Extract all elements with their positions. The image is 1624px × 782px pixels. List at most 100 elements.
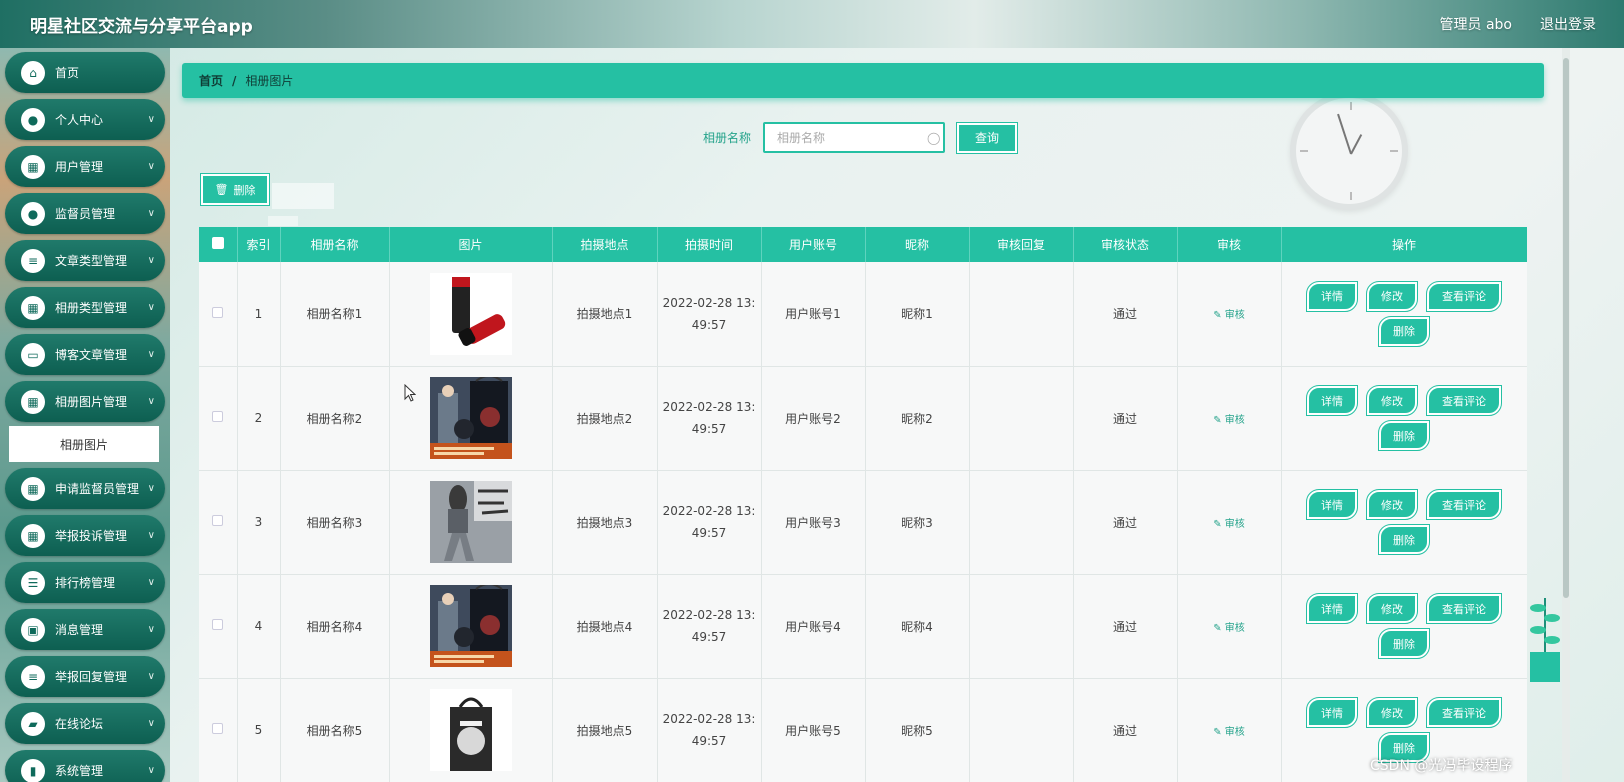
edit-icon: ✎ bbox=[1213, 622, 1222, 634]
detail-button[interactable]: 详情 bbox=[1306, 489, 1358, 520]
breadcrumb-home[interactable]: 首页 bbox=[199, 72, 223, 89]
edit-button[interactable]: 修改 bbox=[1366, 385, 1418, 416]
cell-image[interactable] bbox=[389, 678, 553, 782]
logout-link[interactable]: 退出登录 bbox=[1540, 14, 1596, 34]
row-checkbox[interactable] bbox=[212, 411, 224, 422]
cell-image[interactable] bbox=[389, 574, 553, 679]
view-comments-button[interactable]: 查看评论 bbox=[1426, 385, 1502, 416]
album-image[interactable] bbox=[390, 481, 552, 563]
sidebar-item-label: 个人中心 bbox=[55, 113, 104, 127]
row-select-cell[interactable] bbox=[199, 262, 238, 367]
cell-audit: ✎ 审核 bbox=[1177, 574, 1282, 679]
detail-button[interactable]: 详情 bbox=[1306, 697, 1358, 728]
sidebar-item-9[interactable]: ▦ 举报投诉管理 ∨ bbox=[5, 515, 165, 556]
search-box[interactable]: ◯ bbox=[763, 122, 946, 153]
plant-decoration bbox=[1530, 598, 1560, 682]
cell-account: 用户账号1 bbox=[761, 262, 866, 367]
row-select-cell[interactable] bbox=[199, 470, 238, 575]
row-checkbox[interactable] bbox=[212, 515, 224, 526]
app-title: 明星社区交流与分享平台app bbox=[30, 16, 253, 37]
sidebar-item-7[interactable]: ▦ 相册图片管理 ∨ bbox=[5, 381, 165, 422]
album-image[interactable] bbox=[390, 585, 552, 667]
delete-row-button[interactable]: 删除 bbox=[1378, 315, 1430, 347]
scrollbar-thumb[interactable] bbox=[1563, 58, 1569, 598]
sidebar-item-label: 用户管理 bbox=[55, 160, 104, 174]
chevron-down-icon: ∨ bbox=[147, 208, 155, 219]
cell-audit-status: 通过 bbox=[1073, 574, 1178, 679]
page-scrollbar[interactable] bbox=[1562, 48, 1570, 782]
sidebar-item-10[interactable]: ☰ 排行榜管理 ∨ bbox=[5, 562, 165, 603]
audit-link[interactable]: ✎ 审核 bbox=[1213, 415, 1245, 426]
row-select-cell[interactable] bbox=[199, 678, 238, 782]
detail-button[interactable]: 详情 bbox=[1306, 593, 1358, 624]
audit-link-label: 审核 bbox=[1224, 310, 1245, 322]
cell-album-name: 相册名称2 bbox=[280, 366, 390, 471]
select-all-checkbox[interactable] bbox=[211, 237, 224, 249]
audit-link-label: 审核 bbox=[1224, 726, 1245, 738]
cell-image[interactable] bbox=[389, 366, 553, 471]
cell-index: 5 bbox=[237, 678, 281, 782]
edit-button[interactable]: 修改 bbox=[1366, 489, 1418, 520]
sidebar-item-13[interactable]: ▰ 在线论坛 ∨ bbox=[5, 703, 165, 744]
view-comments-button[interactable]: 查看评论 bbox=[1426, 697, 1502, 728]
select-all-header[interactable] bbox=[199, 227, 238, 262]
sidebar-item-3[interactable]: ● 监督员管理 ∨ bbox=[5, 193, 165, 234]
column-header: 审核状态 bbox=[1073, 227, 1178, 262]
batch-delete-button[interactable]: 🗑 删除 bbox=[200, 173, 270, 206]
cell-index: 3 bbox=[237, 470, 281, 575]
sidebar-menu: ⌂ 首页 ● 个人中心 ∨ ▦ 用户管理 ∨ ● 监督员管理 ∨ ≡ 文章类型管理 ∨ ▦ 相册类型管理 ∨ ▭ 博… bbox=[0, 48, 170, 782]
edit-button[interactable]: 修改 bbox=[1366, 593, 1418, 624]
sidebar-item-8[interactable]: ▦ 申请监督员管理 ∨ bbox=[5, 468, 165, 509]
sidebar-item-4[interactable]: ≡ 文章类型管理 ∨ bbox=[5, 240, 165, 281]
view-comments-button[interactable]: 查看评论 bbox=[1426, 593, 1502, 624]
view-comments-button[interactable]: 查看评论 bbox=[1426, 280, 1502, 312]
column-header: 操作 bbox=[1281, 227, 1527, 262]
sidebar-item-14[interactable]: ▮ 系统管理 ∨ bbox=[5, 750, 165, 782]
view-comments-button[interactable]: 查看评论 bbox=[1426, 489, 1502, 520]
cell-nickname: 昵称1 bbox=[865, 262, 970, 367]
detail-button[interactable]: 详情 bbox=[1306, 280, 1358, 312]
sidebar-item-5[interactable]: ▦ 相册类型管理 ∨ bbox=[5, 287, 165, 328]
cell-time: 2022-02-28 13: 49:57 bbox=[657, 262, 762, 367]
sidebar-item-1[interactable]: ● 个人中心 ∨ bbox=[5, 99, 165, 140]
cell-location: 拍摄地点4 bbox=[552, 574, 658, 679]
cell-image[interactable] bbox=[389, 470, 553, 575]
audit-link[interactable]: ✎ 审核 bbox=[1213, 519, 1245, 530]
table-header-row: 索引 相册名称 图片 拍摄地点 拍摄时间 用户账号 昵称 审核回复 审核状态 审… bbox=[199, 227, 1527, 262]
row-checkbox[interactable] bbox=[212, 619, 224, 630]
sidebar-item-6[interactable]: ▭ 博客文章管理 ∨ bbox=[5, 334, 165, 375]
admin-username[interactable]: 管理员 abo bbox=[1440, 14, 1512, 34]
cell-location: 拍摄地点5 bbox=[552, 678, 658, 782]
sidebar-item-label: 博客文章管理 bbox=[55, 348, 128, 362]
search-input[interactable] bbox=[777, 130, 928, 145]
detail-button[interactable]: 详情 bbox=[1306, 385, 1358, 416]
edit-button[interactable]: 修改 bbox=[1366, 280, 1418, 312]
album-image[interactable] bbox=[390, 689, 552, 771]
sidebar-item-0[interactable]: ⌂ 首页 bbox=[5, 52, 165, 93]
sidebar-item-2[interactable]: ▦ 用户管理 ∨ bbox=[5, 146, 165, 187]
submenu-item-album-images[interactable]: 相册图片 bbox=[9, 426, 159, 462]
delete-row-button[interactable]: 删除 bbox=[1378, 420, 1430, 451]
audit-link[interactable]: ✎ 审核 bbox=[1213, 727, 1245, 738]
row-select-cell[interactable] bbox=[199, 366, 238, 471]
cell-operations: 详情 修改 查看评论 删除 bbox=[1281, 262, 1527, 367]
delete-row-button[interactable]: 删除 bbox=[1378, 524, 1430, 555]
row-select-cell[interactable] bbox=[199, 574, 238, 679]
search-label: 相册名称 bbox=[703, 131, 752, 145]
cell-image[interactable] bbox=[389, 262, 553, 367]
query-button[interactable]: 查询 bbox=[956, 121, 1019, 154]
row-checkbox[interactable] bbox=[212, 723, 224, 734]
edit-button[interactable]: 修改 bbox=[1366, 697, 1418, 728]
cell-audit-reply bbox=[969, 574, 1074, 679]
chevron-down-icon: ∨ bbox=[147, 114, 155, 125]
sidebar-item-label: 系统管理 bbox=[55, 764, 104, 778]
sidebar-item-11[interactable]: ▣ 消息管理 ∨ bbox=[5, 609, 165, 650]
audit-link[interactable]: ✎ 审核 bbox=[1213, 310, 1245, 321]
album-image[interactable] bbox=[390, 272, 552, 355]
sidebar-item-12[interactable]: ≡ 举报回复管理 ∨ bbox=[5, 656, 165, 697]
column-header: 审核回复 bbox=[969, 227, 1074, 262]
cell-time-date: 2022-02-28 13: bbox=[662, 608, 756, 622]
audit-link[interactable]: ✎ 审核 bbox=[1213, 623, 1245, 634]
row-checkbox[interactable] bbox=[212, 306, 224, 318]
delete-row-button[interactable]: 删除 bbox=[1378, 628, 1430, 659]
